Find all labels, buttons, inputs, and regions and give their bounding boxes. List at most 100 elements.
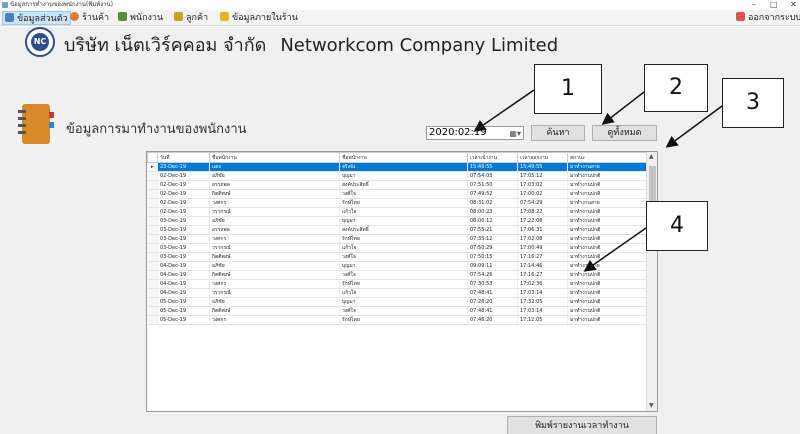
table-row[interactable]: 02-Dec-19 วงศกร รักษ์ไทย 08:31:02 07:54:29 มา… bbox=[147, 198, 648, 208]
table-cell[interactable]: สงค์ประสิทธิ์ bbox=[339, 225, 468, 235]
table-cell[interactable]: 04-Dec-19 bbox=[157, 288, 210, 298]
table-cell[interactable]: 08:31:02 bbox=[467, 198, 518, 208]
row-header[interactable] bbox=[147, 207, 158, 217]
table-row[interactable]: 03-Dec-19 อรรถพล สงค์ประสิทธิ์ 07:55:21 17:0… bbox=[147, 225, 648, 235]
table-cell[interactable]: จริงจัง bbox=[339, 162, 468, 172]
table-row[interactable]: 03-Dec-19 วรากรณ์ แก้วใจ 07:50:29 17:00:49 มา… bbox=[147, 243, 648, 253]
table-cell[interactable]: อภิชัย bbox=[209, 171, 340, 181]
table-cell[interactable]: 02-Dec-19 bbox=[157, 180, 210, 190]
table-cell[interactable]: 17:16:27 bbox=[517, 252, 568, 262]
table-cell[interactable]: วรากรณ์ bbox=[209, 243, 340, 253]
table-cell[interactable]: สงค์ประสิทธิ์ bbox=[339, 180, 468, 190]
table-cell[interactable]: อรรถพล bbox=[209, 225, 340, 235]
table-cell[interactable]: มาทำงานสาย bbox=[567, 198, 648, 208]
table-cell[interactable]: 17:08:22 bbox=[517, 207, 568, 217]
table-cell[interactable]: วงศกร bbox=[209, 279, 340, 289]
column-header[interactable]: วันที่ bbox=[157, 152, 210, 163]
row-header[interactable] bbox=[147, 216, 158, 226]
row-header[interactable] bbox=[147, 252, 158, 262]
table-row[interactable]: 03-Dec-19 วงศกร รักษ์ไทย 07:35:12 17:02:08 มา… bbox=[147, 234, 648, 244]
show-all-button[interactable]: ดูทั้งหมด bbox=[592, 125, 657, 141]
table-cell[interactable]: 07:46:20 bbox=[467, 315, 518, 325]
table-cell[interactable]: 17:00:02 bbox=[517, 189, 568, 199]
table-cell[interactable]: 03-Dec-19 bbox=[157, 225, 210, 235]
scroll-down-icon[interactable]: ▼ bbox=[649, 402, 654, 409]
column-header[interactable]: สถานะ bbox=[567, 152, 648, 163]
print-report-button[interactable]: พิมพ์รายงานเวลาทำงาน bbox=[507, 416, 657, 434]
table-cell[interactable]: 05-Dec-19 bbox=[157, 297, 210, 307]
table-cell[interactable]: วงศกร bbox=[209, 198, 340, 208]
table-cell[interactable]: วงศ์ใจ bbox=[339, 306, 468, 316]
table-cell[interactable]: มาทำงานปกติ bbox=[567, 315, 648, 325]
column-header[interactable]: ชื่อพนักงาน bbox=[209, 152, 340, 163]
table-cell[interactable]: แก้วใจ bbox=[339, 243, 468, 253]
table-cell[interactable]: มาทำงานปกติ bbox=[567, 252, 648, 262]
row-header[interactable] bbox=[147, 234, 158, 244]
menu-item-shop[interactable]: ร้านค้า bbox=[68, 11, 111, 25]
row-header[interactable] bbox=[147, 261, 158, 271]
column-header[interactable]: ชื่อพนักงาน bbox=[339, 152, 468, 163]
table-cell[interactable]: อภิชัย bbox=[209, 261, 340, 271]
table-cell[interactable]: 09:09:11 bbox=[467, 261, 518, 271]
table-cell[interactable]: 07:50:15 bbox=[467, 252, 518, 262]
row-header[interactable] bbox=[147, 225, 158, 235]
table-cell[interactable]: แก้วใจ bbox=[339, 207, 468, 217]
table-cell[interactable]: 07:26:20 bbox=[467, 297, 518, 307]
table-row[interactable]: 04-Dec-19 อภิชัย บุญมา 09:09:11 17:14:46 มาทำ… bbox=[147, 261, 648, 271]
table-cell[interactable]: มาทำงานปกติ bbox=[567, 279, 648, 289]
table-cell[interactable]: วงศกร bbox=[209, 315, 340, 325]
table-cell[interactable]: มาทำงานปกติ bbox=[567, 297, 648, 307]
table-row[interactable]: 03-Dec-19 อภิชัย บุญมา 08:00:12 17:22:08 มาทำ… bbox=[147, 216, 648, 226]
table-cell[interactable]: 02-Dec-19 bbox=[157, 207, 210, 217]
maximize-button[interactable]: □ bbox=[770, 0, 778, 10]
close-button[interactable]: ✕ bbox=[790, 0, 797, 10]
row-header[interactable] bbox=[147, 297, 158, 307]
table-cell[interactable]: มาทำงานปกติ bbox=[567, 180, 648, 190]
table-row[interactable]: 04-Dec-19 วรากรณ์ แก้วใจ 07:48:41 17:03:14 มา… bbox=[147, 288, 648, 298]
table-cell[interactable]: บุญมา bbox=[339, 297, 468, 307]
table-cell[interactable]: 17:22:08 bbox=[517, 216, 568, 226]
table-cell[interactable]: 03-Dec-19 bbox=[157, 234, 210, 244]
table-cell[interactable]: 17:03:14 bbox=[517, 306, 568, 316]
table-row[interactable]: 03-Dec-19 กิตติพงษ์ วงศ์ใจ 07:50:15 17:16:27… bbox=[147, 252, 648, 262]
table-cell[interactable]: 07:48:41 bbox=[467, 288, 518, 298]
table-row[interactable]: 02-Dec-19 อภิชัย บุญมา 07:54:03 17:05:12 มาทำ… bbox=[147, 171, 648, 181]
table-cell[interactable]: 17:02:08 bbox=[517, 234, 568, 244]
table-cell[interactable]: 07:51:50 bbox=[467, 180, 518, 190]
table-cell[interactable]: 15:49:55 bbox=[467, 162, 518, 172]
table-cell[interactable]: รักษ์ไทย bbox=[339, 315, 468, 325]
table-cell[interactable]: มาทำงานปกติ bbox=[567, 243, 648, 253]
table-cell[interactable]: 03-Dec-19 bbox=[157, 252, 210, 262]
table-cell[interactable]: วงศ์ใจ bbox=[339, 252, 468, 262]
table-cell[interactable]: วงศกร bbox=[209, 234, 340, 244]
table-cell[interactable]: วรากรณ์ bbox=[209, 288, 340, 298]
table-row[interactable]: 05-Dec-19 กิตติพงษ์ วงศ์ใจ 07:48:41 17:03:14… bbox=[147, 306, 648, 316]
table-cell[interactable]: มาทำงานปกติ bbox=[567, 288, 648, 298]
table-cell[interactable]: อภิชัย bbox=[209, 297, 340, 307]
table-cell[interactable]: 07:54:03 bbox=[467, 171, 518, 181]
row-header[interactable] bbox=[147, 306, 158, 316]
table-cell[interactable]: 03-Dec-19 bbox=[157, 216, 210, 226]
table-cell[interactable]: 17:00:49 bbox=[517, 243, 568, 253]
table-cell[interactable]: 07:54:26 bbox=[467, 270, 518, 280]
table-cell[interactable]: 07:48:41 bbox=[467, 306, 518, 316]
table-cell[interactable]: มาทำงานปกติ bbox=[567, 207, 648, 217]
table-cell[interactable]: 02-Dec-19 bbox=[157, 171, 210, 181]
table-cell[interactable]: 17:03:02 bbox=[517, 180, 568, 190]
scroll-up-icon[interactable]: ▲ bbox=[649, 153, 654, 160]
row-header[interactable]: ▸ bbox=[147, 162, 158, 172]
table-cell[interactable]: แดง bbox=[209, 162, 340, 172]
logout-button[interactable]: ออกจากระบบ bbox=[734, 11, 800, 25]
vertical-scrollbar[interactable]: ▲ ▼ bbox=[646, 152, 657, 411]
table-cell[interactable]: 04-Dec-19 bbox=[157, 279, 210, 289]
table-cell[interactable]: 17:12:05 bbox=[517, 315, 568, 325]
date-picker[interactable]: 2020:02:19 ▦▾ bbox=[426, 126, 524, 140]
table-row[interactable]: 05-Dec-19 วงศกร รักษ์ไทย 07:46:20 17:12:05 มา… bbox=[147, 315, 648, 325]
column-header[interactable]: เวลาออกงาน bbox=[517, 152, 568, 163]
table-cell[interactable]: 07:55:21 bbox=[467, 225, 518, 235]
table-cell[interactable]: อภิชัย bbox=[209, 216, 340, 226]
row-header[interactable] bbox=[147, 288, 158, 298]
table-cell[interactable]: มาทำงานปกติ bbox=[567, 234, 648, 244]
table-cell[interactable]: รักษ์ไทย bbox=[339, 198, 468, 208]
menu-item-store-data[interactable]: ข้อมูลภายในร้าน bbox=[218, 11, 300, 25]
